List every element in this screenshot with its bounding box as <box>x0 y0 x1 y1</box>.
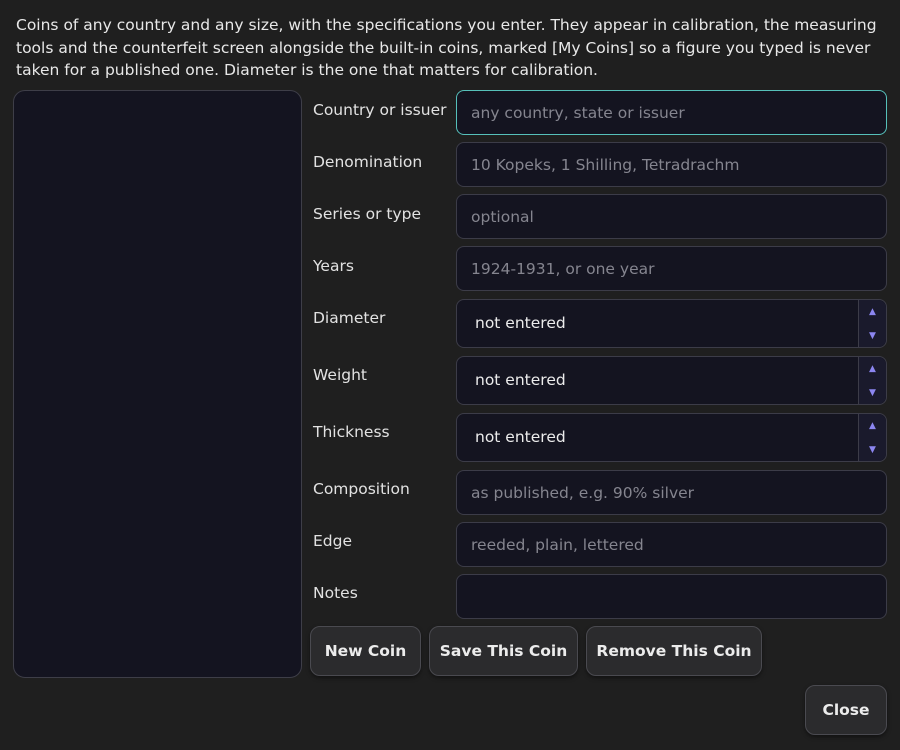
diameter-spinbox[interactable]: not entered ▲ ▼ <box>456 299 887 348</box>
save-coin-button[interactable]: Save This Coin <box>429 626 578 676</box>
weight-spinbox[interactable]: not entered ▲ ▼ <box>456 356 887 405</box>
years-input[interactable] <box>456 246 887 291</box>
years-label: Years <box>313 257 354 275</box>
intro-text: Coins of any country and any size, with … <box>16 16 877 79</box>
diameter-value: not entered <box>475 314 566 332</box>
thickness-value: not entered <box>475 428 566 446</box>
thickness-label: Thickness <box>313 423 390 441</box>
denomination-label: Denomination <box>313 153 423 171</box>
close-button[interactable]: Close <box>805 685 887 735</box>
diameter-spin-buttons: ▲ ▼ <box>858 300 886 347</box>
country-input[interactable] <box>456 90 887 135</box>
remove-coin-button[interactable]: Remove This Coin <box>586 626 762 676</box>
chevron-down-icon[interactable]: ▼ <box>859 381 886 404</box>
thickness-spin-buttons: ▲ ▼ <box>858 414 886 461</box>
notes-input[interactable] <box>456 574 887 619</box>
composition-label: Composition <box>313 480 410 498</box>
chevron-up-icon[interactable]: ▲ <box>859 300 886 323</box>
chevron-down-icon[interactable]: ▼ <box>859 324 886 347</box>
my-coins-dialog: Coins of any country and any size, with … <box>0 0 900 750</box>
weight-value: not entered <box>475 371 566 389</box>
thickness-spinbox[interactable]: not entered ▲ ▼ <box>456 413 887 462</box>
denomination-input[interactable] <box>456 142 887 187</box>
edge-label: Edge <box>313 532 353 550</box>
edge-input[interactable] <box>456 522 887 567</box>
weight-label: Weight <box>313 366 368 384</box>
series-label: Series or type <box>313 205 422 223</box>
coin-list[interactable] <box>13 90 302 678</box>
composition-input[interactable] <box>456 470 887 515</box>
country-label: Country or issuer <box>313 101 447 119</box>
weight-spin-buttons: ▲ ▼ <box>858 357 886 404</box>
diameter-label: Diameter <box>313 309 386 327</box>
new-coin-button[interactable]: New Coin <box>310 626 421 676</box>
series-input[interactable] <box>456 194 887 239</box>
chevron-up-icon[interactable]: ▲ <box>859 357 886 380</box>
chevron-down-icon[interactable]: ▼ <box>859 438 886 461</box>
chevron-up-icon[interactable]: ▲ <box>859 414 886 437</box>
notes-label: Notes <box>313 584 358 602</box>
